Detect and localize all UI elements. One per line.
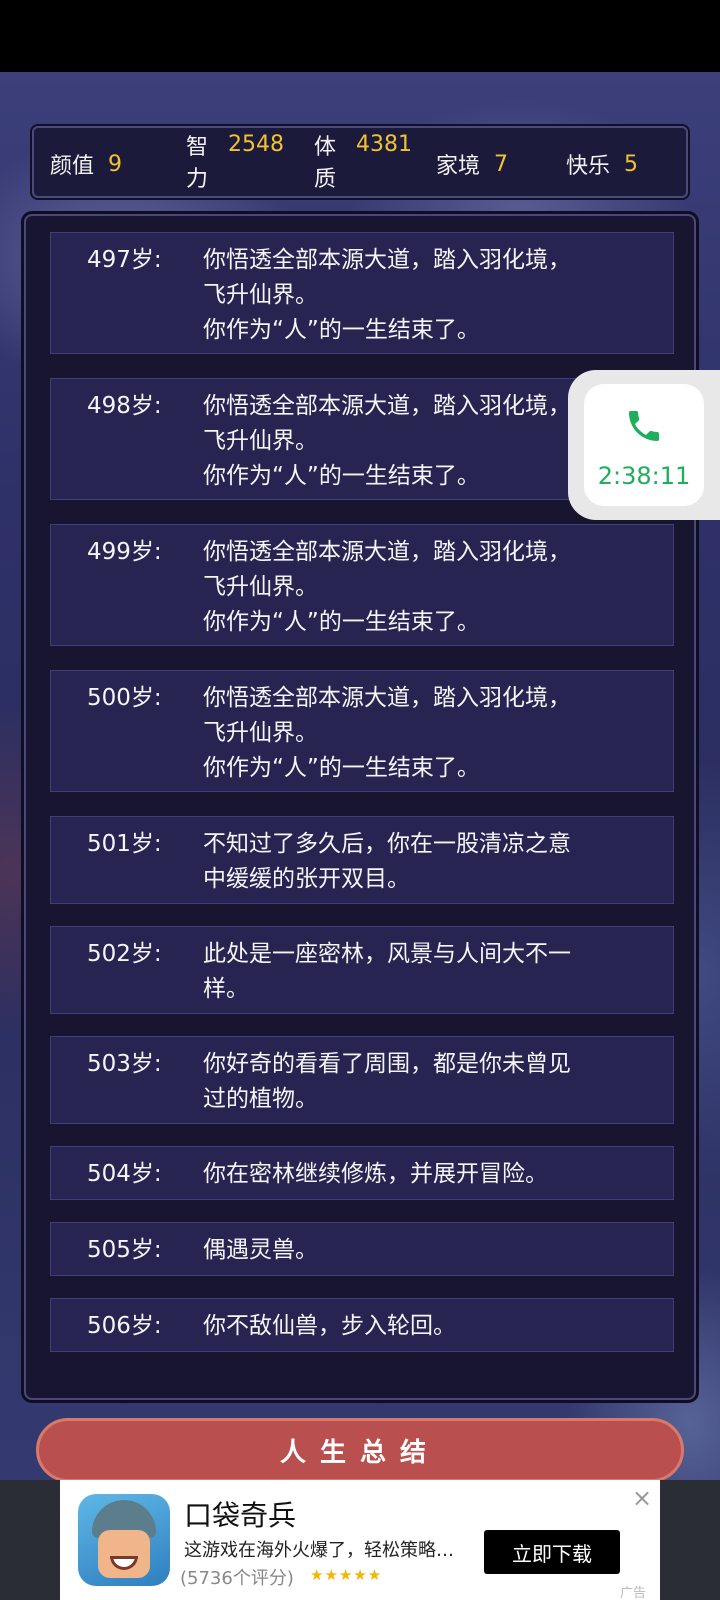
entry-age: 504岁: [87, 1161, 162, 1187]
ad-card[interactable]: 口袋奇兵 这游戏在海外火爆了，轻松策略… (5736个评分) ★★★★★ 立即下… [60, 1480, 660, 1600]
entry-age: 505岁: [87, 1237, 162, 1263]
stat-label: 体质 [314, 135, 337, 192]
ad-rating-count: (5736个评分) [180, 1568, 294, 1589]
stat-label: 家境 [436, 154, 481, 179]
entry-text: 不知过了多久后，你在一股清凉之意 中缓缓的张开双目。 [203, 831, 571, 892]
entry-age: 506岁: [87, 1313, 162, 1339]
stat-intelligence: 智力 2548 [186, 128, 284, 200]
entry-text: 你悟透全部本源大道，踏入羽化境， 飞升仙界。 你作为“人”的一生结束了。 [203, 247, 571, 343]
log-entry: 505岁: 偶遇灵兽。 [50, 1222, 674, 1276]
entry-text: 你悟透全部本源大道，踏入羽化境， 飞升仙界。 你作为“人”的一生结束了。 [203, 685, 571, 781]
stat-value: 9 [108, 151, 123, 177]
stat-label: 智力 [186, 135, 209, 192]
log-entry: 506岁: 你不敌仙兽，步入轮回。 [50, 1298, 674, 1352]
entry-text: 偶遇灵兽。 [203, 1237, 318, 1263]
entry-age: 503岁: [87, 1051, 162, 1077]
entry-age: 498岁: [87, 393, 162, 419]
stat-value: 7 [494, 151, 509, 177]
ad-title[interactable]: 口袋奇兵 [184, 1494, 296, 1534]
log-entry: 503岁: 你好奇的看看了周围，都是你未曾见 过的植物。 [50, 1036, 674, 1124]
star-rating-icon: ★★★★★ [310, 1566, 383, 1584]
status-bar [0, 0, 720, 72]
entry-text: 你在密林继续修炼，并展开冒险。 [203, 1161, 548, 1187]
entry-text: 你悟透全部本源大道，踏入羽化境， 飞升仙界。 你作为“人”的一生结束了。 [203, 539, 571, 635]
entry-age: 502岁: [87, 941, 162, 967]
face-shape [98, 1530, 150, 1578]
log-entry: 500岁: 你悟透全部本源大道，踏入羽化境， 飞升仙界。 你作为“人”的一生结束… [50, 670, 674, 792]
stat-constitution: 体质 4381 [314, 128, 412, 200]
entry-age: 499岁: [87, 539, 162, 565]
stat-value: 2548 [228, 132, 284, 157]
stat-label: 颜值 [50, 154, 95, 179]
phone-icon [629, 411, 659, 441]
stat-value: 5 [624, 151, 639, 177]
stat-appearance: 颜值 9 [50, 128, 122, 200]
entry-age: 500岁: [87, 685, 162, 711]
log-entry: 497岁: 你悟透全部本源大道，踏入羽化境， 飞升仙界。 你作为“人”的一生结束… [50, 232, 674, 354]
entry-age: 497岁: [87, 247, 162, 273]
entry-text: 你不敌仙兽，步入轮回。 [203, 1313, 456, 1339]
stat-value: 4381 [356, 132, 412, 157]
stat-happiness: 快乐 5 [566, 128, 638, 200]
call-timer: 2:38:11 [597, 462, 691, 490]
ad-description: 这游戏在海外火爆了，轻松策略… [184, 1540, 454, 1561]
ad-banner[interactable]: 口袋奇兵 这游戏在海外火爆了，轻松策略… (5736个评分) ★★★★★ 立即下… [0, 1480, 720, 1600]
entry-text: 你好奇的看看了周围，都是你未曾见 过的植物。 [203, 1051, 571, 1112]
download-button[interactable]: 立即下载 [484, 1530, 620, 1574]
call-card[interactable]: 2:38:11 [584, 384, 704, 506]
log-entry: 502岁: 此处是一座密林，风景与人间大不一 样。 [50, 926, 674, 1014]
entry-text: 此处是一座密林，风景与人间大不一 样。 [203, 941, 571, 1002]
log-entry: 504岁: 你在密林继续修炼，并展开冒险。 [50, 1146, 674, 1200]
stats-panel: 颜值 9 智力 2548 体质 4381 家境 7 快乐 5 [32, 126, 688, 198]
close-icon[interactable]: × [632, 1484, 652, 1512]
entry-age: 501岁: [87, 831, 162, 857]
floating-call-bubble[interactable]: 2:38:11 [568, 370, 720, 520]
app-icon[interactable] [78, 1494, 170, 1586]
log-entry: 499岁: 你悟透全部本源大道，踏入羽化境， 飞升仙界。 你作为“人”的一生结束… [50, 524, 674, 646]
stat-label: 快乐 [566, 154, 611, 179]
life-summary-button[interactable]: 人生总结 [36, 1418, 684, 1482]
ad-label: 广告 [620, 1586, 647, 1600]
log-entry: 501岁: 不知过了多久后，你在一股清凉之意 中缓缓的张开双目。 [50, 816, 674, 904]
stat-family: 家境 7 [436, 128, 508, 200]
